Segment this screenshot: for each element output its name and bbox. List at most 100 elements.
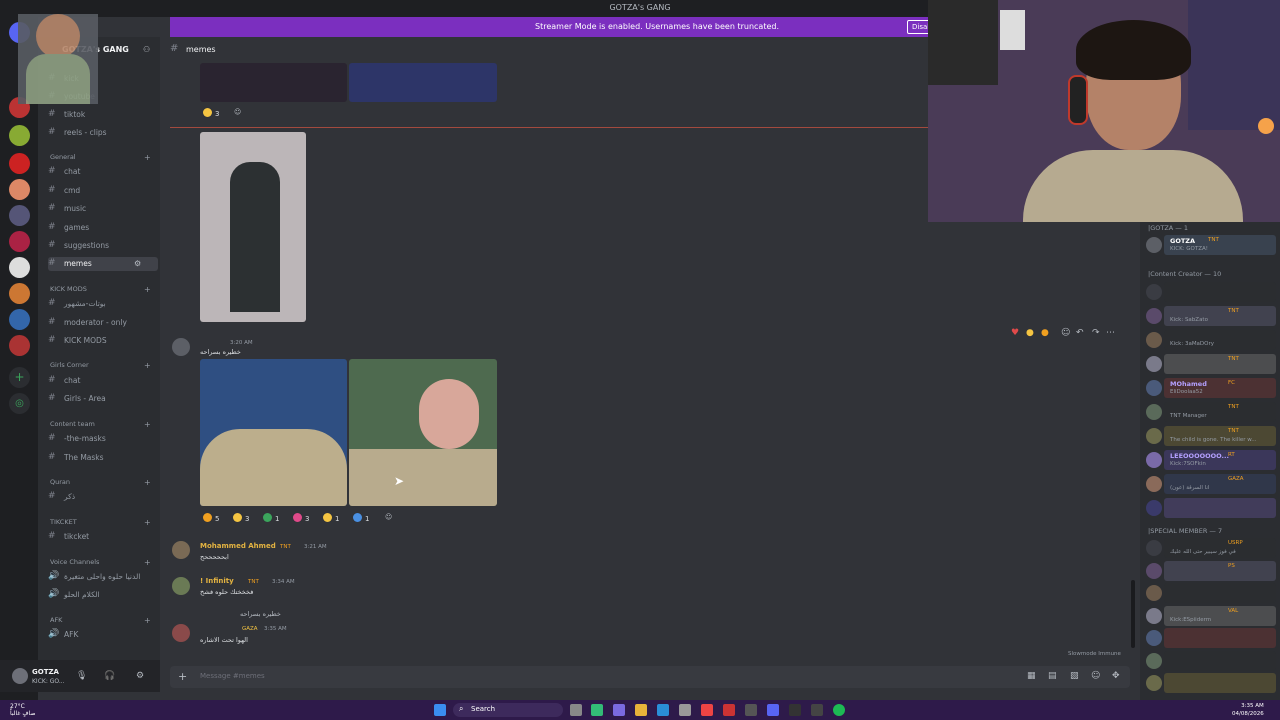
member-row[interactable] [1146,498,1276,518]
gear-icon[interactable]: ⚙ [136,671,144,681]
channel-the-masks[interactable]: # -the-masks [48,432,158,446]
channel-reels[interactable]: # reels - clips [48,126,158,140]
member-row[interactable]: GAZA انا السرقة (عون) [1146,474,1276,494]
message-composer[interactable]: + Message #memes ▦ ▤ ▧ ☺ ✥ [170,666,1130,688]
member-row[interactable]: VAL Kick:ESpiiderm [1146,605,1276,626]
category-ticket[interactable]: TIKCKET + [50,518,151,527]
message-input-placeholder[interactable]: Message #memes [200,672,265,680]
fire-reaction-icon[interactable]: ● [1041,328,1049,338]
microphone-icon[interactable]: 🎙 [76,671,87,681]
reaction[interactable]: 1 [353,513,369,525]
server-icon[interactable] [9,205,30,226]
weather-widget[interactable]: 27°C صافٍ غالباً [10,703,35,717]
voice-channel-2[interactable]: 🔊 الكلام الحلو [48,588,158,602]
app-icon[interactable] [745,704,757,716]
task-view-icon[interactable] [570,704,582,716]
category-kick-mods[interactable]: KICK MODS + [50,285,151,294]
add-reaction-icon[interactable]: ☺ [385,513,392,525]
member-row[interactable] [1146,673,1276,693]
discord-taskbar-icon[interactable] [767,704,779,716]
headphones-icon[interactable]: 🎧 [104,671,115,681]
forward-icon[interactable]: ↷ [1092,328,1100,338]
add-channel-icon[interactable]: + [144,285,151,294]
store-icon[interactable] [679,704,691,716]
add-reaction-icon[interactable]: ☺ [234,108,241,120]
channel-the-masks-2[interactable]: # The Masks [48,451,158,465]
add-channel-icon[interactable]: + [144,361,151,370]
server-icon[interactable] [9,309,30,330]
member-row[interactable]: TNT Kick: SabZato [1146,306,1276,326]
emoji-icon[interactable]: ☺ [1091,671,1100,681]
gift-icon[interactable]: ▦ [1027,671,1036,681]
message-author[interactable]: ! Infinity [200,577,234,585]
add-reaction-icon[interactable]: ☺ [1061,328,1070,338]
add-member-icon[interactable]: ⚇ [143,45,150,54]
message-image[interactable] [200,132,306,322]
taskbar-clock[interactable]: 3:35 AM 04/08/2026 [1232,702,1264,718]
category-general[interactable]: General + [50,153,151,162]
channel-girls-area[interactable]: # Girls - Area [48,392,158,406]
reaction[interactable]: 3 [233,513,249,525]
add-channel-icon[interactable]: + [144,478,151,487]
avatar[interactable] [172,624,190,642]
add-channel-icon[interactable]: + [144,420,151,429]
member-row[interactable] [1146,583,1276,603]
server-icon[interactable] [9,283,30,304]
member-row[interactable]: PS [1146,560,1276,581]
add-channel-icon[interactable]: + [144,518,151,527]
member-row[interactable] [1146,282,1276,302]
voice-channel-1[interactable]: 🔊 الدنيا حلوه واحلى متغيرة [48,570,158,584]
reply-preview[interactable]: خطيره بسراحه [240,610,281,618]
add-channel-icon[interactable]: + [144,153,151,162]
reaction[interactable]: 3 [293,513,309,525]
member-row[interactable]: MOhamed FC EliDoolaa52 [1146,378,1276,398]
reaction[interactable]: 3 [203,108,219,120]
channel-kick-mods[interactable]: # KICK MODS [48,334,158,348]
server-icon[interactable] [9,125,30,146]
member-row[interactable] [1146,650,1276,671]
server-icon[interactable] [9,153,30,174]
app-icon[interactable] [723,704,735,716]
avatar[interactable] [172,577,190,595]
add-channel-icon[interactable]: + [144,558,151,567]
server-icon[interactable] [9,231,30,252]
settings-icon[interactable]: ⚙ [134,259,141,268]
reply-icon[interactable]: ↶ [1076,328,1084,338]
server-icon[interactable] [9,257,30,278]
laugh-reaction-icon[interactable]: ● [1026,328,1034,338]
member-row[interactable] [1146,628,1276,648]
category-voice[interactable]: Voice Channels + [50,558,151,567]
app-icon[interactable] [811,704,823,716]
member-row[interactable]: TNT The child is gone. The killer w... [1146,426,1276,446]
reaction[interactable]: 5 [203,513,219,525]
channel-suggestions[interactable]: # suggestions [48,239,158,253]
member-row[interactable]: Kick: 3aMaDOry [1146,330,1276,350]
category-quran[interactable]: Quran + [50,478,151,487]
channel-zikr[interactable]: # ذكر [48,490,158,504]
channel-games[interactable]: # games [48,221,158,235]
taskbar-search[interactable]: ⌕ Search [453,703,563,717]
reaction[interactable]: 1 [323,513,339,525]
sticker-icon[interactable]: ▧ [1070,671,1079,681]
app-icon[interactable] [591,704,603,716]
channel-cmd[interactable]: # cmd [48,184,158,198]
app-icon[interactable] [613,704,625,716]
attach-icon[interactable]: + [178,670,187,683]
category-content-team[interactable]: Content team + [50,420,151,429]
channel-music[interactable]: # music [48,202,158,216]
app-icon[interactable] [789,704,801,716]
message-author[interactable]: Mohammed Ahmed [200,542,276,550]
add-channel-icon[interactable]: + [144,616,151,625]
member-row[interactable]: LEEOOOOOOO... RT Kick:7SOFkin [1146,450,1276,470]
reaction[interactable]: 1 [263,513,279,525]
gif-icon[interactable]: ▤ [1048,671,1057,681]
server-icon[interactable] [9,179,30,200]
message-image[interactable] [349,359,497,506]
server-icon[interactable] [9,335,30,356]
avatar[interactable] [172,541,190,559]
add-server-icon[interactable]: + [9,367,30,388]
message-image[interactable] [200,63,347,102]
file-explorer-icon[interactable] [635,704,647,716]
message-image[interactable] [200,359,347,506]
channel-chat[interactable]: # chat [48,165,158,179]
